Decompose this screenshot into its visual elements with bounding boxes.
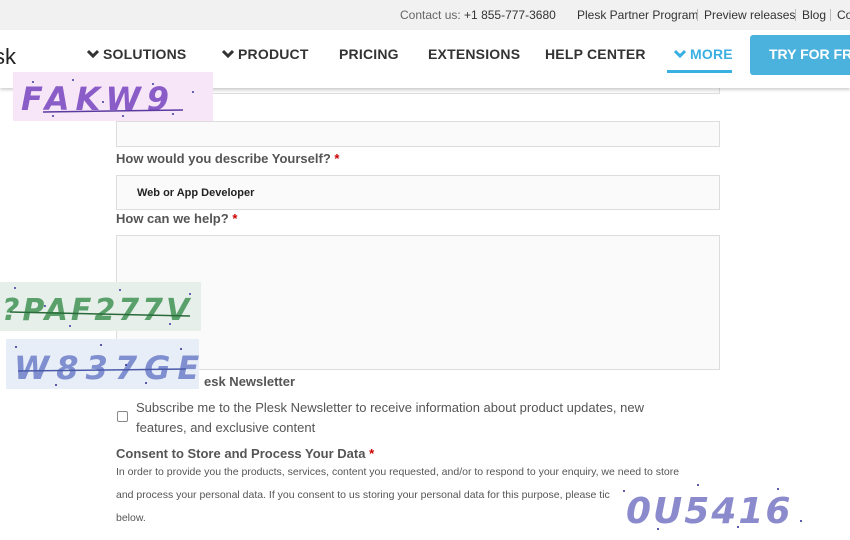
contact-label: Contact us: — [400, 8, 461, 22]
consent-text-line3: below. — [116, 512, 146, 524]
divider — [697, 9, 698, 21]
captcha-image-1: FAKW9 — [13, 72, 213, 121]
newsletter-text: Subscribe me to the Plesk Newsletter to … — [136, 400, 644, 435]
describe-label: How would you describe Yourself? * — [116, 151, 340, 166]
nav-product[interactable]: PRODUCT — [221, 46, 309, 62]
nav-more[interactable]: MORE — [673, 46, 733, 62]
active-nav-underline — [667, 70, 732, 73]
try-for-free-button[interactable]: TRY FOR FRE — [750, 35, 850, 75]
divider — [795, 9, 796, 21]
svg-text:?PAF277V: ?PAF277V — [2, 293, 192, 328]
chevron-down-icon — [86, 46, 100, 62]
svg-text:0U5416: 0U5416 — [626, 491, 792, 531]
chevron-down-icon — [673, 46, 687, 62]
plesk-logo[interactable]: sk — [0, 44, 16, 70]
contact-link[interactable]: Co — [837, 8, 850, 22]
newsletter-label: esk Newsletter — [204, 374, 296, 389]
contact-info: Contact us: +1 855-777-3680 — [400, 8, 556, 22]
chevron-down-icon — [221, 46, 235, 62]
help-label: How can we help? * — [116, 211, 238, 226]
consent-label: Consent to Store and Process Your Data * — [116, 446, 375, 461]
describe-select-value: Web or App Developer — [137, 187, 255, 199]
utility-bar: Contact us: +1 855-777-3680 Plesk Partne… — [0, 0, 850, 30]
svg-text:W837GE: W837GE — [14, 349, 199, 387]
captcha-image-2: ?PAF277V — [0, 282, 201, 331]
consent-text-line2: and process your personal data. If you c… — [116, 489, 610, 501]
nav-solutions-label: SOLUTIONS — [103, 46, 187, 62]
captcha-image-3: W837GE — [6, 339, 199, 389]
form-field-blank[interactable] — [116, 121, 720, 147]
blog-link[interactable]: Blog — [802, 8, 826, 22]
captcha-image-4: 0U5416 — [618, 481, 808, 531]
nav-more-label: MORE — [690, 46, 733, 62]
page: How would you describe Yourself? * Web o… — [0, 0, 850, 540]
describe-select[interactable]: Web or App Developer — [116, 175, 720, 210]
preview-releases-link[interactable]: Preview releases — [704, 8, 795, 22]
divider — [830, 9, 831, 21]
nav-extensions[interactable]: EXTENSIONS — [428, 46, 520, 62]
newsletter-checkbox[interactable] — [117, 411, 128, 422]
nav-product-label: PRODUCT — [238, 46, 309, 62]
help-textarea[interactable] — [116, 235, 720, 370]
nav-solutions[interactable]: SOLUTIONS — [86, 46, 187, 62]
contact-phone[interactable]: +1 855-777-3680 — [464, 8, 556, 22]
partner-program-link[interactable]: Plesk Partner Program — [577, 8, 698, 22]
nav-help-center[interactable]: HELP CENTER — [545, 46, 646, 62]
consent-text-line1: In order to provide you the products, se… — [116, 466, 680, 478]
nav-pricing[interactable]: PRICING — [339, 46, 399, 62]
